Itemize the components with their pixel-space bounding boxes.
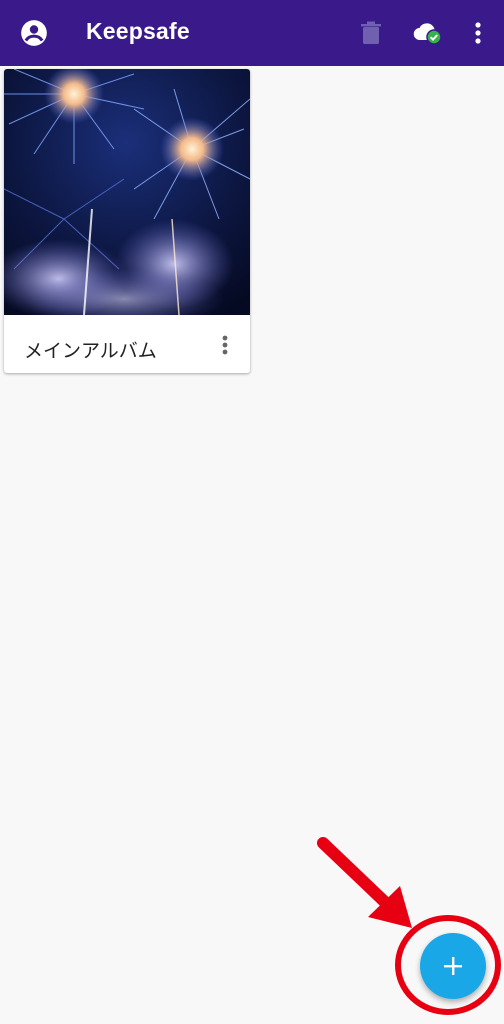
account-icon — [21, 20, 47, 46]
account-button[interactable] — [18, 17, 50, 49]
more-vert-icon — [222, 335, 228, 355]
album-options-button[interactable] — [210, 331, 240, 361]
cloud-sync-check-icon — [413, 23, 442, 45]
album-card[interactable]: メインアルバム — [4, 69, 250, 373]
album-title: メインアルバム — [24, 340, 157, 362]
annotation-arrow — [317, 837, 412, 928]
trash-icon — [361, 21, 381, 44]
more-vert-icon — [475, 22, 481, 44]
delete-button[interactable] — [356, 18, 386, 48]
album-thumbnail — [4, 69, 250, 315]
overflow-menu-button[interactable] — [466, 18, 490, 48]
add-button[interactable] — [420, 933, 486, 999]
sync-status-button[interactable] — [410, 18, 446, 48]
app-title: Keepsafe — [86, 18, 190, 44]
plus-icon — [444, 957, 462, 975]
app-bar: Keepsafe — [0, 0, 504, 66]
